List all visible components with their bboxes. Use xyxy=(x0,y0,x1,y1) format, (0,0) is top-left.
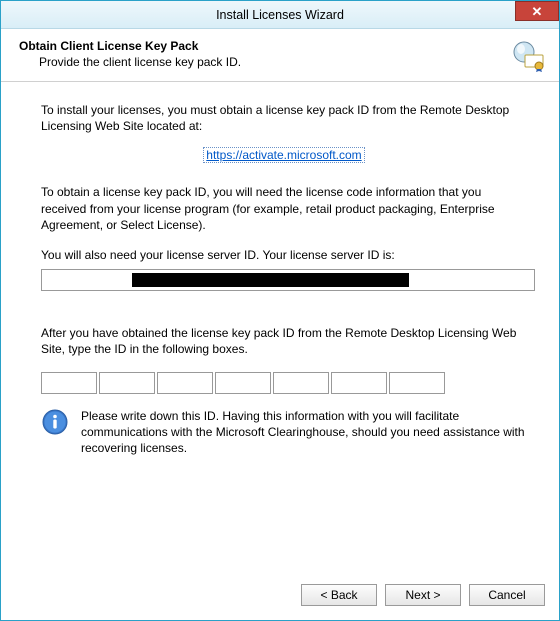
keypack-input-5[interactable] xyxy=(273,372,329,394)
close-icon: ✕ xyxy=(532,5,543,18)
license-wizard-icon xyxy=(511,39,545,73)
wizard-window: Install Licenses Wizard ✕ Obtain Client … xyxy=(0,0,560,621)
keypack-input-4[interactable] xyxy=(215,372,271,394)
back-button[interactable]: < Back xyxy=(301,584,377,606)
activation-link-row: https://activate.microsoft.com xyxy=(41,148,527,162)
keypack-input-6[interactable] xyxy=(331,372,387,394)
info-note: Please write down this ID. Having this i… xyxy=(41,408,527,457)
keypack-input-1[interactable] xyxy=(41,372,97,394)
info-text: Please write down this ID. Having this i… xyxy=(81,408,527,457)
need-paragraph: To obtain a license key pack ID, you wil… xyxy=(41,184,527,233)
wizard-footer: < Back Next > Cancel xyxy=(1,574,559,620)
intro-paragraph: To install your licenses, you must obtai… xyxy=(41,102,527,134)
info-icon xyxy=(41,408,69,436)
cancel-button[interactable]: Cancel xyxy=(469,584,545,606)
server-id-display xyxy=(41,269,535,291)
keypack-input-3[interactable] xyxy=(157,372,213,394)
activation-link[interactable]: https://activate.microsoft.com xyxy=(204,148,363,162)
server-id-label: You will also need your license server I… xyxy=(41,247,527,263)
keypack-id-inputs xyxy=(41,372,527,394)
keypack-input-2[interactable] xyxy=(99,372,155,394)
window-title: Install Licenses Wizard xyxy=(216,8,344,22)
header-subtitle: Provide the client license key pack ID. xyxy=(19,55,511,69)
titlebar: Install Licenses Wizard ✕ xyxy=(1,1,559,29)
after-paragraph: After you have obtained the license key … xyxy=(41,325,527,357)
keypack-input-7[interactable] xyxy=(389,372,445,394)
close-button[interactable]: ✕ xyxy=(515,1,559,21)
next-button[interactable]: Next > xyxy=(385,584,461,606)
header-title: Obtain Client License Key Pack xyxy=(19,39,511,53)
wizard-content: To install your licenses, you must obtai… xyxy=(1,82,559,574)
wizard-header: Obtain Client License Key Pack Provide t… xyxy=(1,29,559,82)
header-text: Obtain Client License Key Pack Provide t… xyxy=(19,39,511,69)
server-id-redacted-bar xyxy=(132,273,409,287)
